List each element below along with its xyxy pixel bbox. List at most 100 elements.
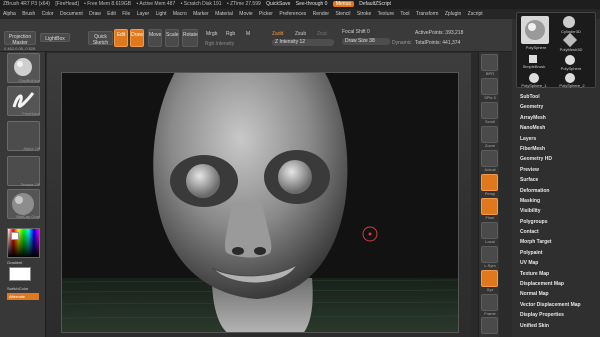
projection-master-button[interactable]: Projection Master xyxy=(4,31,36,46)
submenu-polygroups[interactable]: Polygroups xyxy=(516,217,600,227)
menu-zscript[interactable]: Zscript xyxy=(468,11,483,17)
zadd-toggle[interactable]: Zadd xyxy=(272,31,283,37)
submenu-fibermesh[interactable]: FiberMesh xyxy=(516,144,600,154)
submenu-deformation[interactable]: Deformation xyxy=(516,186,600,196)
mrgb-toggle[interactable]: Mrgb xyxy=(206,31,217,37)
menus-button[interactable]: Menus xyxy=(332,1,354,7)
canvas-area[interactable] xyxy=(47,53,471,337)
menu-texture[interactable]: Texture xyxy=(378,11,394,17)
secondary-color-swatch[interactable] xyxy=(9,267,31,281)
document-canvas[interactable] xyxy=(61,72,459,333)
dynamic-toggle[interactable]: Dynamic xyxy=(392,40,411,46)
simplebrush-tool-icon[interactable] xyxy=(529,55,537,63)
submenu-layers[interactable]: Layers xyxy=(516,134,600,144)
zcut-toggle[interactable]: Zcut xyxy=(317,31,327,37)
menu-alpha[interactable]: Alpha xyxy=(3,11,16,17)
color-picker[interactable] xyxy=(7,228,40,258)
gradient-label[interactable]: Gradient xyxy=(7,260,22,265)
floor-button[interactable] xyxy=(481,198,498,215)
submenu-polypaint[interactable]: Polypaint xyxy=(516,248,600,258)
menu-color[interactable]: Color xyxy=(42,11,54,17)
current-tool-thumb[interactable] xyxy=(521,16,549,44)
edit-button[interactable]: Edit xyxy=(114,29,128,47)
rotate-button[interactable]: Rotate xyxy=(182,29,198,47)
lightbox-button[interactable]: LightBox xyxy=(40,33,70,42)
z-intensity-slider[interactable]: Z Intensity 12 xyxy=(272,39,334,46)
brush-label: ClayBuildup xyxy=(18,78,40,83)
submenu-morph-target[interactable]: Morph Target xyxy=(516,237,600,247)
submenu-visibility[interactable]: Visibility xyxy=(516,206,600,216)
submenu-vector-displacement-map[interactable]: Vector Displacement Map xyxy=(516,300,600,310)
submenu-unified-skin[interactable]: Unified Skin xyxy=(516,321,600,331)
quicksave-button[interactable]: QuickSave xyxy=(266,1,290,7)
title-bar: ZBrush 4R7 P3 (x64) [FireHead] • Free Me… xyxy=(0,0,600,9)
polysphere1-tool-icon[interactable] xyxy=(565,55,575,65)
cylinder-tool-icon[interactable] xyxy=(563,16,575,28)
menu-brush[interactable]: Brush xyxy=(22,11,35,17)
focal-shift-slider[interactable]: Focal Shift 0 xyxy=(342,29,370,35)
move-button[interactable]: Move xyxy=(148,29,162,47)
menu-draw[interactable]: Draw xyxy=(89,11,101,17)
submenu-normal-map[interactable]: Normal Map xyxy=(516,289,600,299)
submenu-arraymesh[interactable]: ArrayMesh xyxy=(516,113,600,123)
menu-file[interactable]: File xyxy=(122,11,130,17)
scale-button[interactable]: Scale xyxy=(165,29,179,47)
scroll-button[interactable] xyxy=(481,102,498,119)
polysphere2-tool-icon[interactable] xyxy=(529,73,539,83)
menu-marker[interactable]: Marker xyxy=(193,11,209,17)
rgb-intensity-slider[interactable]: Rgb Intensity xyxy=(205,41,234,47)
rgb-toggle[interactable]: Rgb xyxy=(226,31,235,37)
local-button[interactable] xyxy=(481,222,498,239)
polymesh-tool-icon[interactable] xyxy=(562,32,578,48)
frame-button[interactable] xyxy=(481,294,498,311)
menu-layer[interactable]: Layer xyxy=(137,11,150,17)
menu-movie[interactable]: Movie xyxy=(239,11,252,17)
switchcolor-label[interactable]: SwitchColor xyxy=(7,286,28,291)
menu-stencil[interactable]: Stencil xyxy=(335,11,350,17)
sculpted-head-model[interactable] xyxy=(62,73,459,333)
see-through-slider[interactable]: See-through 0 xyxy=(296,1,328,7)
submenu-uv-map[interactable]: UV Map xyxy=(516,258,600,268)
menu-document[interactable]: Document xyxy=(60,11,83,17)
bpr-render-button[interactable] xyxy=(481,54,498,71)
main-color-swatch[interactable] xyxy=(11,232,19,240)
menu-edit[interactable]: Edit xyxy=(107,11,116,17)
xyz-button[interactable] xyxy=(481,270,498,287)
menu-stroke[interactable]: Stroke xyxy=(357,11,371,17)
submenu-geometry[interactable]: Geometry xyxy=(516,102,600,112)
menu-tool[interactable]: Tool xyxy=(400,11,409,17)
menu-zplugin[interactable]: Zplugin xyxy=(445,11,461,17)
m-toggle[interactable]: M xyxy=(246,31,250,37)
spix-button[interactable] xyxy=(481,78,498,95)
submenu-display-properties[interactable]: Display Properties xyxy=(516,310,600,320)
submenu-geometry-hd[interactable]: Geometry HD xyxy=(516,154,600,164)
draw-size-slider[interactable]: Draw Size 38 xyxy=(342,38,390,45)
draw-button[interactable]: Draw xyxy=(130,29,144,47)
menu-transform[interactable]: Transform xyxy=(416,11,439,17)
submenu-contact[interactable]: Contact xyxy=(516,227,600,237)
menu-macro[interactable]: Macro xyxy=(173,11,187,17)
menu-preferences[interactable]: Preferences xyxy=(279,11,306,17)
submenu-masking[interactable]: Masking xyxy=(516,196,600,206)
polysphere3-tool-icon[interactable] xyxy=(565,73,575,83)
submenu-texture-map[interactable]: Texture Map xyxy=(516,269,600,279)
move-view-button[interactable] xyxy=(481,317,498,334)
lsym-button[interactable] xyxy=(481,246,498,263)
submenu-displacement-map[interactable]: Displacement Map xyxy=(516,279,600,289)
menu-material[interactable]: Material xyxy=(215,11,233,17)
actual-button[interactable] xyxy=(481,150,498,167)
submenu-nanomesh[interactable]: NanoMesh xyxy=(516,123,600,133)
submenu-preview[interactable]: Preview xyxy=(516,165,600,175)
alternate-button[interactable]: Alternate xyxy=(7,293,39,300)
submenu-surface[interactable]: Surface xyxy=(516,175,600,185)
right-scrollbar[interactable] xyxy=(499,52,512,337)
menu-render[interactable]: Render xyxy=(313,11,329,17)
quick-sketch-button[interactable]: Quick Sketch xyxy=(88,31,113,46)
zoom-button[interactable] xyxy=(481,126,498,143)
submenu-subtool[interactable]: SubTool xyxy=(516,92,600,102)
zsub-toggle[interactable]: Zsub xyxy=(295,31,306,37)
menu-light[interactable]: Light xyxy=(156,11,167,17)
persp-button[interactable] xyxy=(481,174,498,191)
menu-picker[interactable]: Picker xyxy=(259,11,273,17)
default-zscript-button[interactable]: DefaultZScript xyxy=(359,1,391,7)
